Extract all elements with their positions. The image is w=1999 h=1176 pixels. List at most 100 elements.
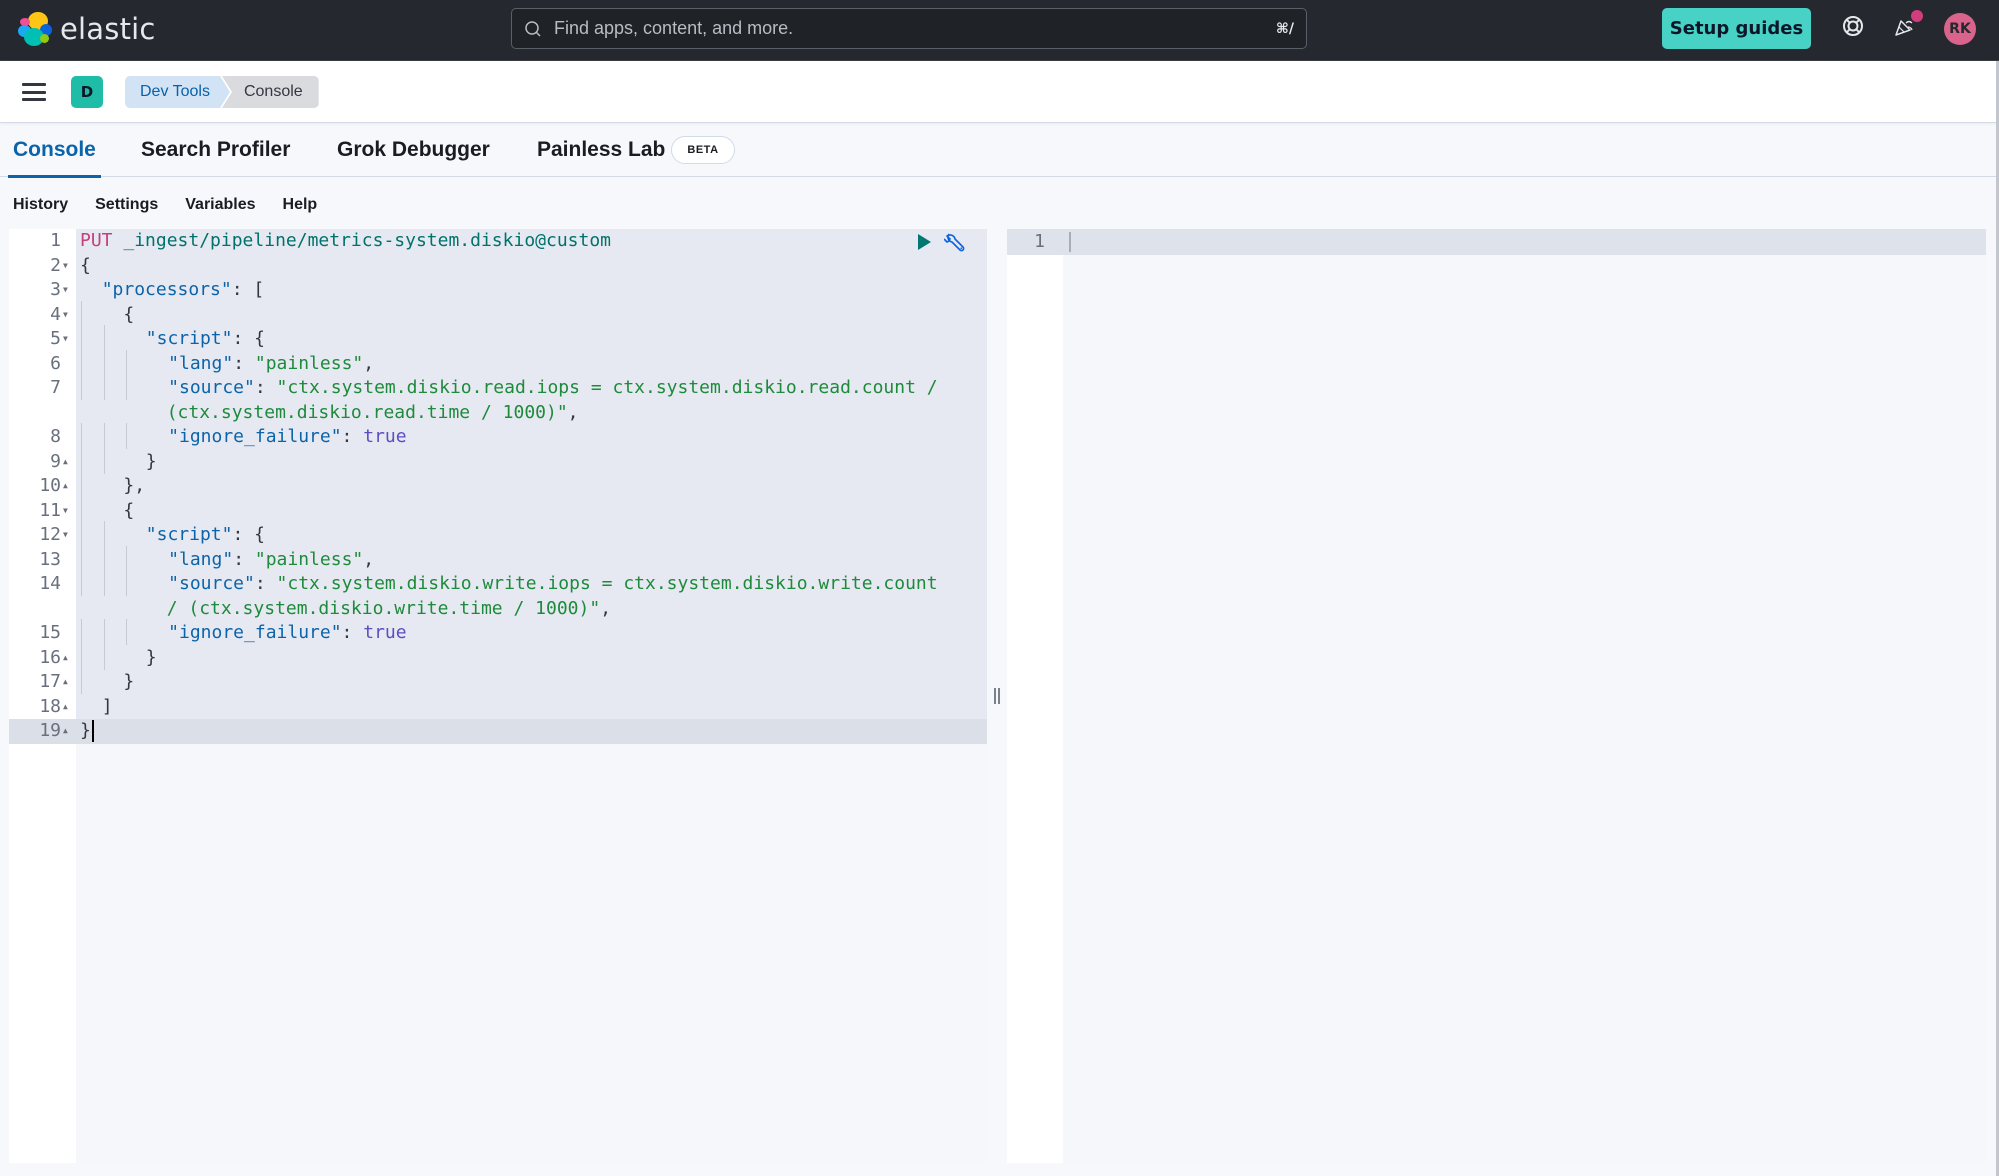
token-punc: }, — [123, 475, 146, 496]
logo-text: elastic — [60, 12, 156, 46]
code-text: } — [80, 719, 94, 744]
token-str2: "painless" — [254, 352, 364, 374]
breadcrumb-dev-tools[interactable]: Dev Tools — [125, 76, 230, 108]
indent-guide — [79, 447, 101, 475]
indent-guide — [79, 325, 101, 352]
code-text: "ignore_failure": true — [80, 619, 407, 646]
tab-grok-debugger-label: Grok Debugger — [337, 138, 490, 161]
fold-collapse-icon[interactable]: ▼ — [63, 523, 73, 548]
indent-guide — [102, 325, 124, 352]
token-str2: "painless" — [254, 548, 364, 570]
line-number: 17 — [39, 671, 61, 692]
variables-link[interactable]: Variables — [185, 196, 255, 214]
tab-grok-debugger[interactable]: Grok Debugger — [337, 123, 490, 177]
code-line[interactable]: 12 ▼ "script": { — [9, 521, 987, 548]
request-code-lines[interactable]: 1 PUT _ingest/pipeline/metrics-system.dis… — [9, 229, 987, 744]
code-text: }, — [80, 472, 146, 499]
indent-guide — [102, 374, 124, 401]
code-line[interactable]: 2 ▼ { — [9, 254, 987, 279]
code-line[interactable]: 5 ▼ "script": { — [9, 325, 987, 352]
fold-expand-icon[interactable]: ▲ — [63, 670, 73, 695]
elastic-logo[interactable]: elastic — [18, 12, 156, 46]
code-line[interactable]: (ctx.system.diskio.read.time / 1000)", — [9, 401, 987, 426]
token-punc: { — [123, 303, 135, 325]
user-avatar[interactable]: RK — [1944, 13, 1976, 45]
indent-guide — [102, 619, 124, 646]
tab-painless-lab[interactable]: Painless Lab BETA — [537, 123, 735, 177]
fold-expand-icon[interactable]: ▲ — [63, 719, 73, 744]
code-line[interactable]: 18 ▲ ] — [9, 695, 987, 720]
help-button[interactable] — [1840, 15, 1866, 41]
code-line[interactable]: 10 ▲ }, — [9, 472, 987, 499]
fold-expand-icon[interactable]: ▲ — [63, 474, 73, 499]
token-key: "lang" — [168, 548, 234, 570]
token-punc: : — [254, 573, 277, 594]
code-line[interactable]: 14 "source": "ctx.system.diskio.write.io… — [9, 570, 987, 597]
lifebuoy-icon — [1841, 14, 1865, 43]
code-text: "lang": "painless", — [80, 545, 374, 573]
send-request-button[interactable] — [914, 233, 934, 254]
fold-expand-icon[interactable]: ▲ — [63, 450, 73, 475]
code-line[interactable]: / (ctx.system.diskio.write.time / 1000)"… — [9, 597, 987, 622]
news-feed-button[interactable] — [1892, 10, 1923, 41]
code-line[interactable]: 17 ▲ } — [9, 668, 987, 695]
settings-link[interactable]: Settings — [95, 196, 158, 214]
code-line[interactable]: 3 ▼ "processors": [ — [9, 278, 987, 303]
request-options-button[interactable] — [943, 233, 966, 255]
tab-search-profiler[interactable]: Search Profiler — [141, 123, 290, 177]
line-number: 16 — [39, 646, 61, 668]
token-punc: , — [600, 597, 612, 619]
token-punc: } — [80, 720, 91, 741]
code-line[interactable]: 16 ▲ } — [9, 643, 987, 671]
code-line[interactable]: 9 ▲ } — [9, 447, 987, 475]
fold-collapse-icon[interactable]: ▼ — [63, 303, 73, 328]
breadcrumb-bar: D Dev Tools Console — [0, 61, 1996, 123]
request-editor[interactable]: 1 PUT _ingest/pipeline/metrics-system.dis… — [9, 229, 987, 1163]
fold-collapse-icon[interactable]: ▼ — [63, 327, 73, 352]
menu-toggle-button[interactable] — [22, 81, 46, 103]
indent-guide — [124, 545, 146, 573]
fold-collapse-icon[interactable]: ▼ — [63, 254, 73, 279]
indent-guide — [124, 619, 146, 646]
fold-collapse-icon[interactable]: ▼ — [63, 278, 73, 303]
token-url: _ingest/pipeline/metrics-system.diskio@c… — [112, 230, 612, 251]
line-number: 7 — [50, 377, 61, 398]
code-line[interactable]: 15 "ignore_failure": true — [9, 619, 987, 646]
code-line[interactable]: 1 PUT _ingest/pipeline/metrics-system.dis… — [9, 229, 987, 254]
line-number: 1 — [50, 230, 61, 251]
elastic-logo-icon — [18, 12, 52, 46]
setup-guides-button[interactable]: Setup guides — [1662, 8, 1811, 49]
token-punc: : { — [232, 524, 265, 545]
code-line[interactable]: 4 ▼ { — [9, 300, 987, 328]
code-line[interactable]: 19 ▲} — [9, 719, 987, 744]
fold-expand-icon[interactable]: ▲ — [63, 695, 73, 720]
code-text: ] — [80, 695, 113, 720]
hamburger-icon-line — [22, 90, 46, 94]
tab-console[interactable]: Console — [8, 123, 101, 178]
line-number: 6 — [50, 352, 61, 374]
code-line[interactable]: 8 "ignore_failure": true — [9, 423, 987, 450]
help-link[interactable]: Help — [283, 196, 318, 214]
line-number: 2 — [50, 254, 61, 276]
code-line[interactable]: 6 "lang": "painless", — [9, 349, 987, 377]
code-line[interactable]: 11 ▼ { — [9, 496, 987, 524]
search-input[interactable] — [554, 18, 1276, 39]
global-search[interactable]: ⌘/ — [511, 8, 1307, 49]
token-key: "script" — [145, 328, 233, 349]
search-icon — [524, 20, 542, 38]
drag-handle-icon — [994, 688, 1000, 704]
response-editor[interactable]: 1 — [1007, 229, 1986, 1163]
indent-guide — [79, 521, 101, 548]
history-link[interactable]: History — [13, 196, 68, 214]
code-line[interactable]: 13 "lang": "painless", — [9, 545, 987, 573]
space-avatar[interactable]: D — [71, 76, 103, 108]
panel-resizer[interactable] — [987, 229, 1007, 1163]
fold-collapse-icon[interactable]: ▼ — [63, 499, 73, 524]
code-text: { — [80, 300, 135, 328]
breadcrumb-console: Console — [221, 76, 319, 108]
response-active-line — [1007, 229, 1986, 255]
fold-expand-icon[interactable]: ▲ — [63, 646, 73, 671]
token-bool: true — [363, 426, 407, 447]
line-number: 12 — [39, 524, 61, 545]
code-line[interactable]: 7 "source": "ctx.system.diskio.read.iops… — [9, 374, 987, 401]
